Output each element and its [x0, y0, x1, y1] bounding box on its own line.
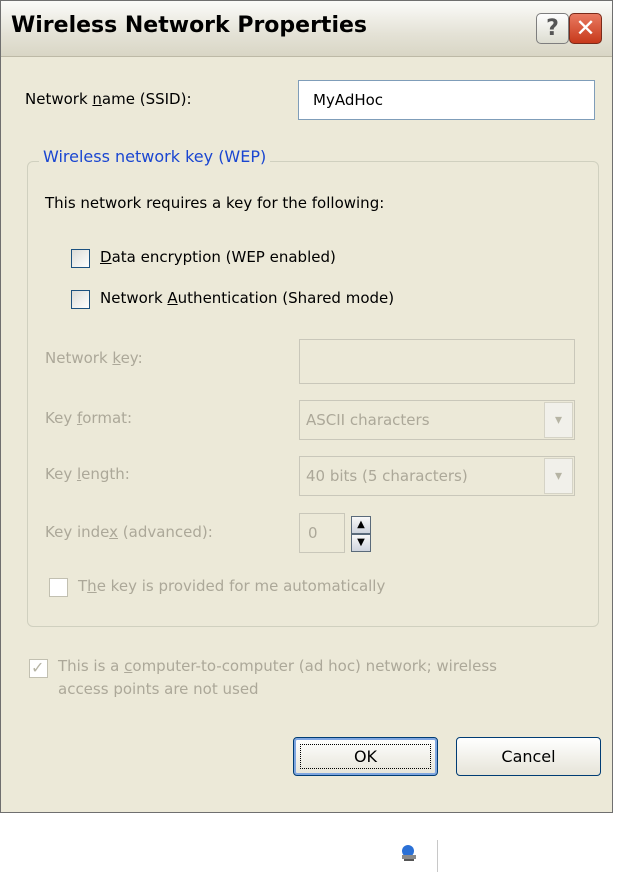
network-authentication-label[interactable]: Network Authentication (Shared mode) — [100, 289, 394, 307]
arrow-down-icon[interactable]: ▼ — [351, 534, 371, 552]
key-index-value: 0 — [308, 524, 318, 542]
help-button[interactable]: ? — [536, 13, 569, 44]
chevron-down-icon[interactable]: ▾ — [544, 458, 573, 494]
ssid-value: MyAdHoc — [313, 91, 384, 109]
adhoc-checkbox[interactable]: ✓ — [29, 658, 48, 678]
close-icon: ✕ — [575, 14, 596, 42]
key-length-select[interactable]: 40 bits (5 characters) ▾ — [299, 456, 575, 496]
chevron-down-icon[interactable]: ▾ — [544, 402, 573, 438]
network-tray-icon[interactable] — [398, 841, 422, 865]
network-tray-icon-svg — [402, 845, 416, 861]
checkmark-icon: ✓ — [31, 658, 45, 677]
network-authentication-checkbox[interactable] — [71, 290, 90, 309]
data-encryption-label[interactable]: Data encryption (WEP enabled) — [100, 248, 336, 266]
ssid-label: Network name (SSID): — [25, 90, 192, 108]
network-key-field[interactable] — [299, 339, 575, 384]
adhoc-label-line1[interactable]: This is a computer-to-computer (ad hoc) … — [58, 657, 497, 675]
wep-intro-text: This network requires a key for the foll… — [45, 194, 385, 212]
network-key-label: Network key: — [45, 349, 143, 367]
focus-ring — [300, 744, 431, 769]
close-button[interactable]: ✕ — [569, 13, 602, 44]
auto-key-checkbox[interactable] — [49, 578, 68, 597]
ssid-field[interactable]: MyAdHoc — [298, 80, 595, 120]
key-length-label: Key length: — [45, 465, 130, 483]
wireless-network-properties-dialog: Wireless Network Properties ? ✕ Network … — [0, 0, 613, 813]
window-title: Wireless Network Properties — [11, 13, 367, 38]
key-length-value: 40 bits (5 characters) — [306, 467, 468, 485]
wep-group-legend: Wireless network key (WEP) — [39, 147, 271, 166]
cancel-button[interactable]: Cancel — [456, 737, 601, 776]
cancel-button-label: Cancel — [501, 747, 556, 766]
data-encryption-checkbox[interactable] — [71, 249, 90, 268]
tray-divider — [437, 840, 438, 872]
key-format-label: Key format: — [45, 409, 133, 427]
key-index-field[interactable]: 0 — [299, 513, 345, 553]
title-bar[interactable]: Wireless Network Properties ? ✕ — [1, 1, 612, 57]
ok-button[interactable]: OK — [293, 737, 438, 776]
wep-groupbox — [27, 161, 599, 627]
help-icon: ? — [546, 16, 559, 41]
key-format-select[interactable]: ASCII characters ▾ — [299, 400, 575, 440]
key-index-label: Key index (advanced): — [45, 523, 213, 541]
adhoc-label-line2[interactable]: access points are not used — [58, 680, 259, 698]
arrow-up-icon[interactable]: ▲ — [351, 516, 371, 534]
key-format-value: ASCII characters — [306, 411, 430, 429]
auto-key-label[interactable]: The key is provided for me automatically — [78, 577, 385, 595]
